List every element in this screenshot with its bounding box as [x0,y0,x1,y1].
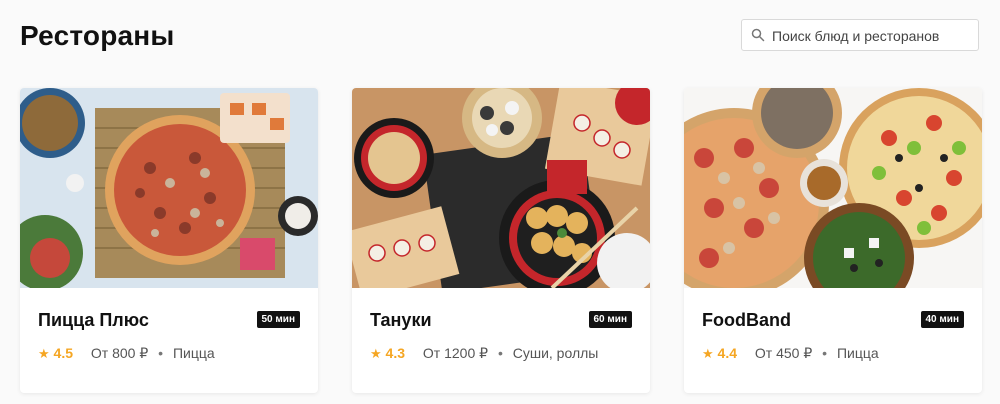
cuisine-type: Суши, роллы [512,345,599,361]
star-icon: ★ [38,346,50,361]
cuisine-type: Пицца [836,345,879,361]
restaurant-name: Пицца Плюс [38,310,149,330]
restaurant-meta: ★ 4.5 От 800 ₽ • Пицца [38,345,215,362]
search-box[interactable] [741,19,979,52]
cuisine-type: Пицца [172,345,215,361]
restaurant-meta: ★ 4.3 От 1200 ₽ • Суши, роллы [370,345,598,362]
restaurant-photo[interactable] [20,88,318,288]
search-input[interactable] [770,20,974,52]
rating-value: 4.5 [53,345,74,361]
search-icon [751,28,765,42]
separator-dot: • [822,345,828,361]
min-price: От 800 ₽ [90,345,149,361]
star-icon: ★ [702,346,714,361]
separator-dot: • [497,345,503,361]
restaurant-card[interactable]: FoodBand 40 мин ★ 4.4 От 450 ₽ • Пицца [684,88,982,393]
restaurant-name: Тануки [370,310,432,330]
min-price: От 1200 ₽ [422,345,489,361]
restaurant-name: FoodBand [702,310,791,330]
star-icon: ★ [370,346,382,361]
restaurant-meta: ★ 4.4 От 450 ₽ • Пицца [702,345,879,362]
restaurant-card[interactable]: Тануки 60 мин ★ 4.3 От 1200 ₽ • Суши, ро… [352,88,650,393]
restaurant-card[interactable]: Пицца Плюс 50 мин ★ 4.5 От 800 ₽ • Пицца [20,88,318,393]
min-price: От 450 ₽ [754,345,813,361]
delivery-time-badge: 60 мин [588,311,632,328]
separator-dot: • [158,345,164,361]
delivery-time-badge: 50 мин [256,311,300,328]
restaurant-photo[interactable] [684,88,982,288]
delivery-time-badge: 40 мин [920,311,964,328]
page-title: Рестораны [20,20,175,51]
rating-value: 4.3 [385,345,406,361]
rating-value: 4.4 [717,345,738,361]
restaurant-photo[interactable] [352,88,650,288]
header: Рестораны [20,18,982,58]
